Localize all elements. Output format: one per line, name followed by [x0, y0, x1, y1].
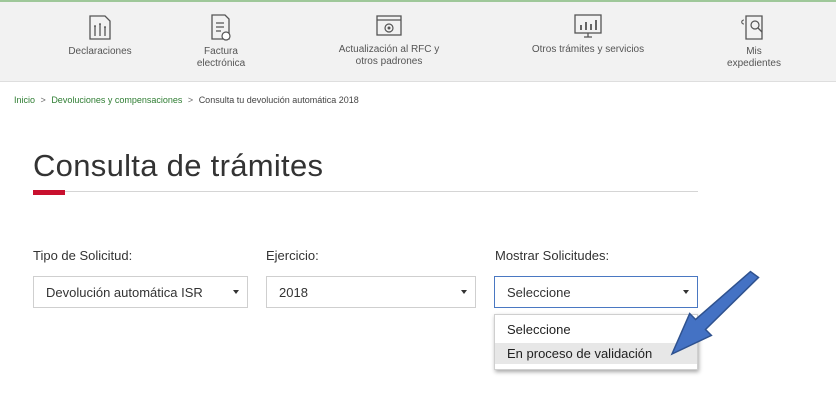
ejercicio-label: Ejercicio: — [266, 248, 319, 263]
tramites-icon — [574, 14, 602, 38]
tipo-solicitud-label: Tipo de Solicitud: — [33, 248, 133, 263]
breadcrumb-devoluciones[interactable]: Devoluciones y compensaciones — [51, 95, 182, 105]
declaraciones-icon — [89, 15, 111, 40]
nav-label-rfc: Actualización al RFC y otros padrones — [338, 44, 440, 67]
title-divider — [33, 191, 698, 192]
breadcrumb-current: Consulta tu devolución automática 2018 — [198, 95, 359, 105]
mostrar-solicitudes-label: Mostrar Solicitudes: — [495, 248, 610, 263]
tipo-solicitud-select[interactable]: Devolución automática ISR — [33, 276, 248, 308]
breadcrumb-separator: > — [187, 95, 194, 105]
breadcrumb-separator: > — [40, 95, 46, 105]
nav-item-tramites[interactable]: Otros trámites y servicios — [510, 12, 666, 56]
mostrar-solicitudes-value: Seleccione — [507, 284, 571, 300]
annotation-arrow — [670, 270, 760, 356]
breadcrumb-inicio[interactable]: Inicio — [14, 95, 35, 105]
nav-label-expedientes: Mis expedientes — [727, 46, 781, 69]
tipo-solicitud-value: Devolución automática ISR — [46, 284, 203, 300]
ejercicio-value: 2018 — [279, 284, 308, 300]
title-accent-bar — [33, 190, 65, 195]
expedientes-icon — [741, 15, 763, 40]
nav-label-tramites: Otros trámites y servicios — [531, 44, 645, 55]
nav-item-factura[interactable]: Factura electrónica — [181, 12, 261, 70]
ejercicio-select[interactable]: 2018 — [266, 276, 476, 308]
nav-label-declaraciones: Declaraciones — [68, 46, 132, 57]
nav-item-rfc[interactable]: Actualización al RFC y otros padrones — [320, 12, 458, 68]
factura-icon — [211, 14, 231, 41]
chevron-down-icon — [233, 290, 239, 294]
nav-item-declaraciones[interactable]: Declaraciones — [55, 12, 145, 58]
top-navbar: Declaraciones Factura electrónica Actual… — [0, 2, 836, 82]
chevron-down-icon — [461, 290, 467, 294]
breadcrumb: Inicio > Devoluciones y compensaciones >… — [14, 95, 359, 105]
nav-label-factura: Factura electrónica — [196, 46, 246, 69]
nav-item-expedientes[interactable]: Mis expedientes — [714, 12, 794, 70]
page-title: Consulta de trámites — [33, 148, 324, 183]
rfc-icon — [376, 15, 402, 36]
